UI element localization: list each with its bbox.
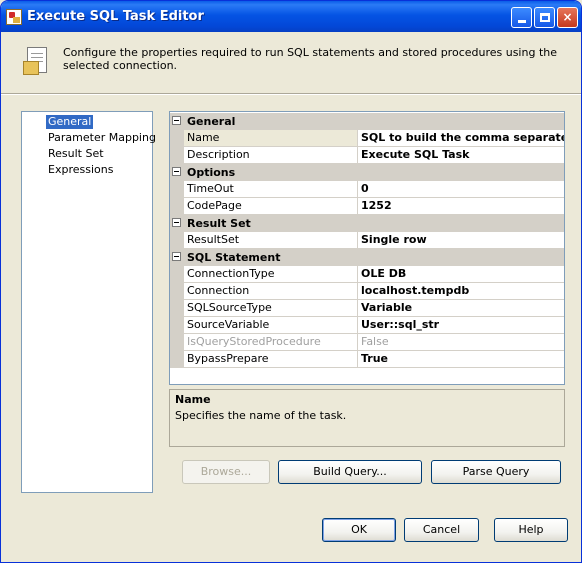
property-name: IsQueryStoredProcedure [184, 334, 358, 351]
property-name[interactable]: BypassPrepare [184, 351, 358, 368]
app-icon [6, 9, 22, 25]
row-gutter [170, 300, 184, 317]
property-description-panel: Name Specifies the name of the task. [169, 389, 565, 447]
category-result-set[interactable]: Result Set [170, 215, 564, 232]
header-description: Configure the properties required to run… [63, 46, 557, 72]
property-row-sourcevariable[interactable]: SourceVariable User::sql_str [170, 317, 564, 334]
collapse-icon[interactable] [172, 116, 181, 125]
property-value: False [358, 334, 564, 351]
property-value[interactable]: localhost.tempdb [358, 283, 564, 300]
row-gutter [170, 334, 184, 351]
property-name[interactable]: Name [184, 130, 358, 147]
folder-icon [23, 61, 39, 75]
category-label: Result Set [187, 217, 251, 230]
row-gutter [170, 130, 184, 147]
parse-query-button[interactable]: Parse Query [431, 460, 561, 484]
property-row-bypassprepare[interactable]: BypassPrepare True [170, 351, 564, 368]
build-query-button[interactable]: Build Query... [278, 460, 422, 484]
property-value[interactable]: User::sql_str [358, 317, 564, 334]
property-name[interactable]: Connection [184, 283, 358, 300]
document-line [31, 53, 43, 54]
task-icon [23, 47, 51, 77]
property-name[interactable]: ResultSet [184, 232, 358, 249]
property-value[interactable]: Variable [358, 300, 564, 317]
category-sql-statement[interactable]: SQL Statement [170, 249, 564, 266]
nav-item-result-set[interactable]: Result Set [46, 147, 106, 161]
category-label: Options [187, 166, 236, 179]
nav-item-parameter-mapping[interactable]: Parameter Mapping [46, 131, 158, 145]
property-row-description[interactable]: Description Execute SQL Task [170, 147, 564, 164]
property-row-connectiontype[interactable]: ConnectionType OLE DB [170, 266, 564, 283]
collapse-icon[interactable] [172, 167, 181, 176]
page-navigation-list: General Parameter Mapping Result Set Exp… [21, 111, 156, 493]
row-gutter [170, 283, 184, 300]
ok-button[interactable]: OK [322, 518, 396, 542]
maximize-button[interactable] [534, 7, 555, 28]
close-button[interactable]: × [557, 7, 578, 28]
nav-item-expressions[interactable]: Expressions [46, 163, 115, 177]
close-icon: × [562, 10, 573, 24]
property-row-resultset[interactable]: ResultSet Single row [170, 232, 564, 249]
execute-sql-task-editor-window: Execute SQL Task Editor × Configure the … [0, 0, 582, 563]
collapse-icon[interactable] [172, 218, 181, 227]
document-line [31, 57, 43, 58]
maximize-icon [539, 13, 550, 22]
row-gutter [170, 266, 184, 283]
row-gutter [170, 317, 184, 334]
collapse-icon[interactable] [172, 252, 181, 261]
property-grid: General Name SQL to build the comma sepa… [169, 111, 565, 385]
property-row-timeout[interactable]: TimeOut 0 [170, 181, 564, 198]
category-general[interactable]: General [170, 113, 564, 130]
property-value[interactable]: OLE DB [358, 266, 564, 283]
window-title: Execute SQL Task Editor [27, 9, 204, 24]
property-value[interactable]: Execute SQL Task [358, 147, 564, 164]
property-name[interactable]: Description [184, 147, 358, 164]
minimize-button[interactable] [511, 7, 532, 28]
category-label: SQL Statement [187, 251, 281, 264]
property-value[interactable]: 1252 [358, 198, 564, 215]
property-name[interactable]: TimeOut [184, 181, 358, 198]
property-value[interactable]: True [358, 351, 564, 368]
row-gutter [170, 147, 184, 164]
property-name[interactable]: SQLSourceType [184, 300, 358, 317]
browse-button: Browse... [182, 460, 270, 484]
cancel-button[interactable]: Cancel [404, 518, 479, 542]
property-row-sqlsourcetype[interactable]: SQLSourceType Variable [170, 300, 564, 317]
property-value[interactable]: 0 [358, 181, 564, 198]
row-gutter [170, 198, 184, 215]
title-bar[interactable]: Execute SQL Task Editor × [1, 1, 581, 32]
property-name[interactable]: ConnectionType [184, 266, 358, 283]
property-row-name[interactable]: Name SQL to build the comma separated ta… [170, 130, 564, 147]
header-divider [1, 93, 581, 95]
row-gutter [170, 181, 184, 198]
row-gutter [170, 351, 184, 368]
description-text: Specifies the name of the task. [175, 409, 347, 422]
property-name[interactable]: CodePage [184, 198, 358, 215]
property-row-connection[interactable]: Connection localhost.tempdb [170, 283, 564, 300]
minimize-icon [517, 20, 526, 23]
description-title: Name [175, 393, 211, 406]
property-value[interactable]: Single row [358, 232, 564, 249]
property-value[interactable]: SQL to build the comma separated task [358, 130, 564, 147]
property-row-codepage[interactable]: CodePage 1252 [170, 198, 564, 215]
help-button[interactable]: Help [494, 518, 568, 542]
nav-item-general[interactable]: General [46, 115, 94, 129]
property-name[interactable]: SourceVariable [184, 317, 358, 334]
category-label: General [187, 115, 236, 128]
category-options[interactable]: Options [170, 164, 564, 181]
property-row-isquerystoredprocedure: IsQueryStoredProcedure False [170, 334, 564, 351]
row-gutter [170, 232, 184, 249]
